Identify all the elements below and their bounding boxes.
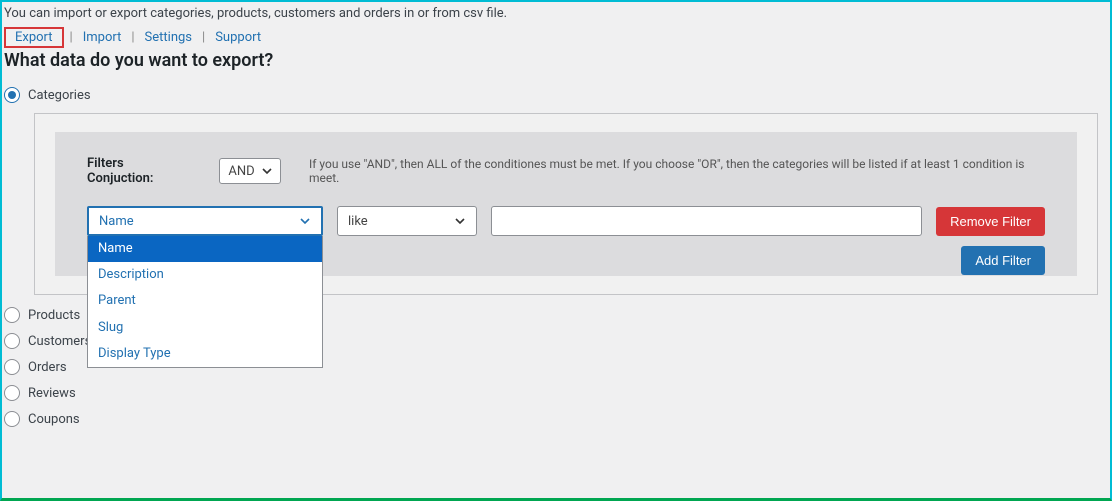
chevron-down-icon — [454, 215, 466, 227]
tab-support[interactable]: Support — [211, 29, 265, 46]
filter-value-input[interactable] — [491, 206, 922, 236]
radio-customers[interactable] — [4, 333, 20, 349]
conjuction-hint: If you use "AND", then ALL of the condit… — [309, 157, 1045, 185]
remove-filter-button[interactable]: Remove Filter — [936, 207, 1045, 236]
page-title: What data do you want to export? — [4, 50, 1108, 71]
field-option-name[interactable]: Name — [88, 236, 322, 262]
radio-products[interactable] — [4, 307, 20, 323]
tabs-sep: | — [131, 30, 134, 45]
chevron-down-icon — [261, 165, 273, 177]
operator-value: like — [348, 214, 368, 229]
tab-settings[interactable]: Settings — [141, 29, 196, 46]
radio-categories[interactable] — [4, 87, 20, 103]
tabs-sep: | — [70, 30, 73, 45]
conjuction-label: Filters Conjuction: — [87, 156, 191, 186]
radio-coupons[interactable] — [4, 411, 20, 427]
field-option-description[interactable]: Description — [88, 262, 322, 288]
radio-coupons-label: Coupons — [28, 412, 80, 427]
tab-import[interactable]: Import — [79, 29, 126, 46]
radio-orders-label: Orders — [28, 360, 67, 375]
radio-orders[interactable] — [4, 359, 20, 375]
radio-reviews-label: Reviews — [28, 386, 76, 401]
tab-export-highlight: Export — [4, 27, 64, 48]
field-value: Name — [99, 214, 134, 229]
radio-categories-label: Categories — [28, 88, 91, 103]
tabs-nav: Export | Import | Settings | Support — [4, 27, 1108, 48]
filter-inner: Filters Conjuction: AND If you use "AND"… — [55, 132, 1077, 276]
tabs-sep: | — [202, 30, 205, 45]
field-option-parent[interactable]: Parent — [88, 288, 322, 314]
filter-panel: Filters Conjuction: AND If you use "AND"… — [34, 113, 1098, 295]
radio-customers-label: Customers — [28, 334, 91, 349]
conjuction-value: AND — [228, 164, 254, 179]
field-select[interactable]: Name Name Description Parent Slug Displa… — [87, 206, 323, 236]
radio-reviews[interactable] — [4, 385, 20, 401]
conjuction-select[interactable]: AND — [219, 158, 281, 184]
intro-text: You can import or export categories, pro… — [4, 4, 1108, 27]
radio-products-label: Products — [28, 308, 80, 323]
add-filter-button[interactable]: Add Filter — [961, 246, 1045, 275]
chevron-down-icon — [299, 215, 311, 227]
field-option-slug[interactable]: Slug — [88, 315, 322, 341]
tab-export[interactable]: Export — [11, 29, 57, 46]
field-dropdown: Name Description Parent Slug Display Typ… — [87, 236, 323, 368]
operator-select[interactable]: like — [337, 206, 477, 236]
field-option-display-type[interactable]: Display Type — [88, 341, 322, 367]
